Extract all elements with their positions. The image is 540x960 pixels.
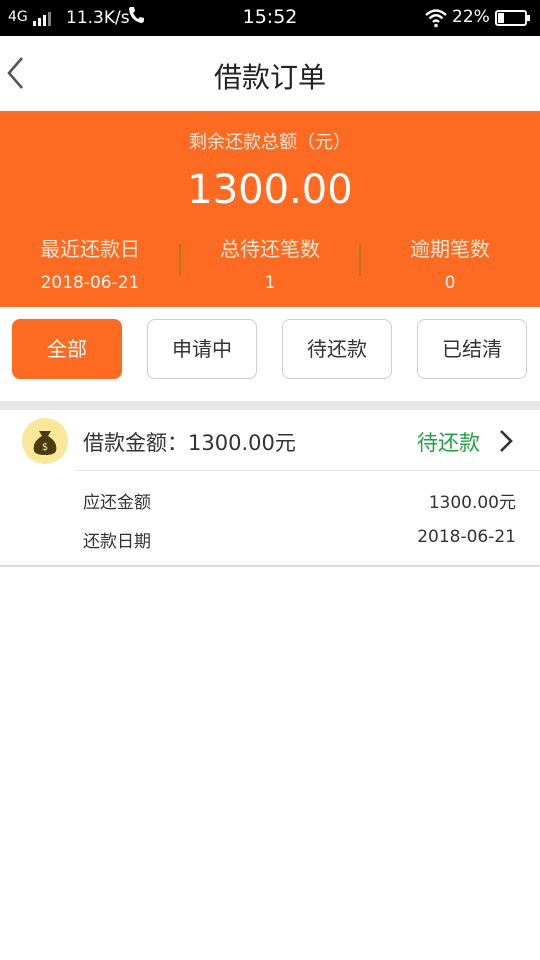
remaining-total-label: 剩余还款总额（元） [189, 132, 351, 153]
section-divider [0, 401, 540, 410]
stat-next-repayment-date: 最近还款日 2018-06-21 [0, 233, 180, 293]
remaining-total-amount: 1300.00 [187, 167, 353, 213]
tab-applying[interactable]: 申请中 [147, 319, 257, 379]
status-bar: 4G 11.3K/s 15:52 22% [0, 0, 540, 36]
wifi-icon [424, 8, 448, 28]
order-status-badge: 待还款 [417, 431, 480, 455]
chevron-right-icon[interactable] [498, 429, 514, 453]
svg-text:$: $ [42, 442, 48, 453]
stat-title: 逾期笔数 [410, 237, 490, 261]
tab-settled[interactable]: 已结清 [417, 319, 527, 379]
stat-title: 总待还笔数 [220, 237, 320, 261]
tab-pending-repayment[interactable]: 待还款 [282, 319, 392, 379]
battery-percent: 22% [452, 7, 490, 27]
order-filter-tabs: 全部 申请中 待还款 已结清 [0, 307, 540, 402]
loan-order-card[interactable]: $ 借款金额：1300.00元 待还款 应还金额 1300.00元 还款日期 2… [0, 410, 540, 567]
detail-value: 1300.00元 [428, 493, 516, 513]
battery-icon [495, 10, 530, 26]
stat-title: 最近还款日 [40, 237, 140, 261]
repayment-summary-panel: 剩余还款总额（元） 1300.00 最近还款日 2018-06-21 总待还笔数… [0, 111, 540, 307]
detail-key: 应还金额 [83, 493, 151, 513]
stat-value: 1 [264, 273, 276, 293]
stat-overdue-count: 逾期笔数 0 [360, 233, 540, 293]
detail-value: 2018-06-21 [417, 527, 516, 547]
loan-amount-label: 借款金额：1300.00元 [83, 431, 296, 455]
stat-value: 2018-06-21 [40, 273, 140, 293]
money-bag-icon: $ [22, 418, 68, 464]
tab-all[interactable]: 全部 [12, 319, 122, 379]
stat-value: 0 [444, 273, 456, 293]
page-title: 借款订单 [213, 61, 326, 94]
nav-bar: 借款订单 [0, 36, 540, 111]
stat-pending-count: 总待还笔数 1 [180, 233, 360, 293]
card-separator [75, 470, 540, 471]
detail-key: 还款日期 [83, 532, 151, 552]
